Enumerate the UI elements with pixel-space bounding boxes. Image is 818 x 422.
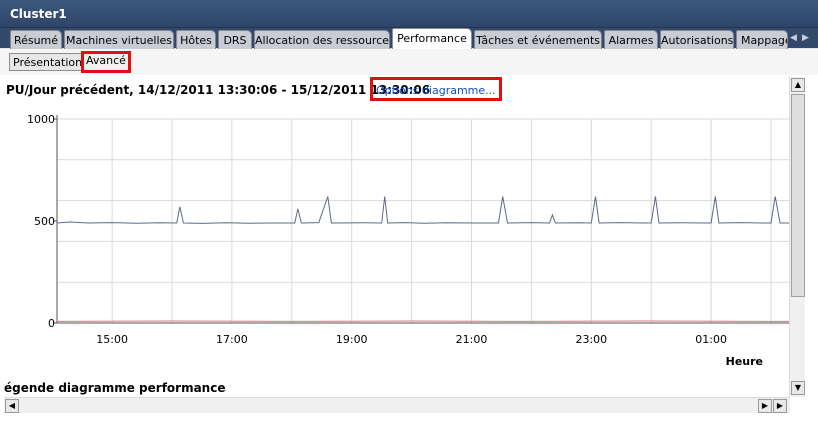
tab-machines-virtuelles[interactable]: Machines virtuelles bbox=[64, 30, 174, 49]
vertical-scrollbar[interactable]: ▲ ▼ bbox=[789, 77, 805, 397]
tab-performance[interactable]: Performance bbox=[392, 28, 472, 49]
horizontal-scrollbar[interactable]: ◀ ▶ ▶ bbox=[4, 397, 790, 413]
window-title: Cluster1 bbox=[10, 7, 67, 21]
tab-mappage[interactable]: Mappage bbox=[736, 30, 788, 49]
x-tick-label: 17:00 bbox=[216, 333, 248, 346]
x-tick-label: 19:00 bbox=[336, 333, 368, 346]
tabs-scroll-left-icon[interactable]: ◀ bbox=[788, 31, 799, 46]
x-tick-label: 23:00 bbox=[575, 333, 607, 346]
scroll-end-icon[interactable]: ▶ bbox=[773, 399, 787, 413]
performance-chart: 0 500 1000 15:00 17:00 19:00 21:00 23:00 01:00 He… bbox=[27, 113, 790, 368]
window-titlebar: Cluster1 bbox=[0, 0, 818, 28]
legend-title: égende diagramme performance bbox=[4, 381, 226, 395]
view-toolbar: Présentation Avancé bbox=[0, 49, 818, 75]
y-tick-label: 0 bbox=[48, 317, 55, 330]
x-tick-label: 01:00 bbox=[695, 333, 727, 346]
tab-allocation-ressources[interactable]: Allocation des ressources bbox=[254, 30, 390, 49]
performance-panel: PU/Jour précédent, 14/12/2011 13:30:06 -… bbox=[0, 75, 818, 422]
y-tick-label: 500 bbox=[34, 215, 55, 228]
x-tick-label: 15:00 bbox=[96, 333, 128, 346]
scroll-right-icon[interactable]: ▶ bbox=[758, 399, 772, 413]
tab-resume[interactable]: Résumé bbox=[10, 30, 62, 49]
scroll-up-icon[interactable]: ▲ bbox=[791, 78, 805, 92]
tabs-scroll-right-icon[interactable]: ▶ bbox=[800, 31, 811, 46]
tab-alarmes[interactable]: Alarmes bbox=[604, 30, 658, 49]
x-tick-label: 21:00 bbox=[456, 333, 488, 346]
tab-strip: Résumé Machines virtuelles Hôtes DRS All… bbox=[0, 28, 818, 49]
presentation-button[interactable]: Présentation bbox=[9, 53, 87, 71]
y-tick-label: 1000 bbox=[27, 113, 55, 126]
tab-drs[interactable]: DRS bbox=[218, 30, 252, 49]
x-axis-label: Heure bbox=[726, 355, 763, 368]
tab-hotes[interactable]: Hôtes bbox=[176, 30, 216, 49]
tab-autorisations[interactable]: Autorisations bbox=[660, 30, 734, 49]
tab-taches-evenements[interactable]: Tâches et événements bbox=[474, 30, 602, 49]
chart-title: PU/Jour précédent, 14/12/2011 13:30:06 -… bbox=[6, 83, 431, 97]
options-diagramme-link[interactable]: Options diagramme... bbox=[370, 77, 502, 101]
scroll-left-icon[interactable]: ◀ bbox=[5, 399, 19, 413]
scroll-down-icon[interactable]: ▼ bbox=[791, 381, 805, 395]
scroll-thumb[interactable] bbox=[791, 94, 805, 297]
avance-button[interactable]: Avancé bbox=[81, 51, 131, 73]
